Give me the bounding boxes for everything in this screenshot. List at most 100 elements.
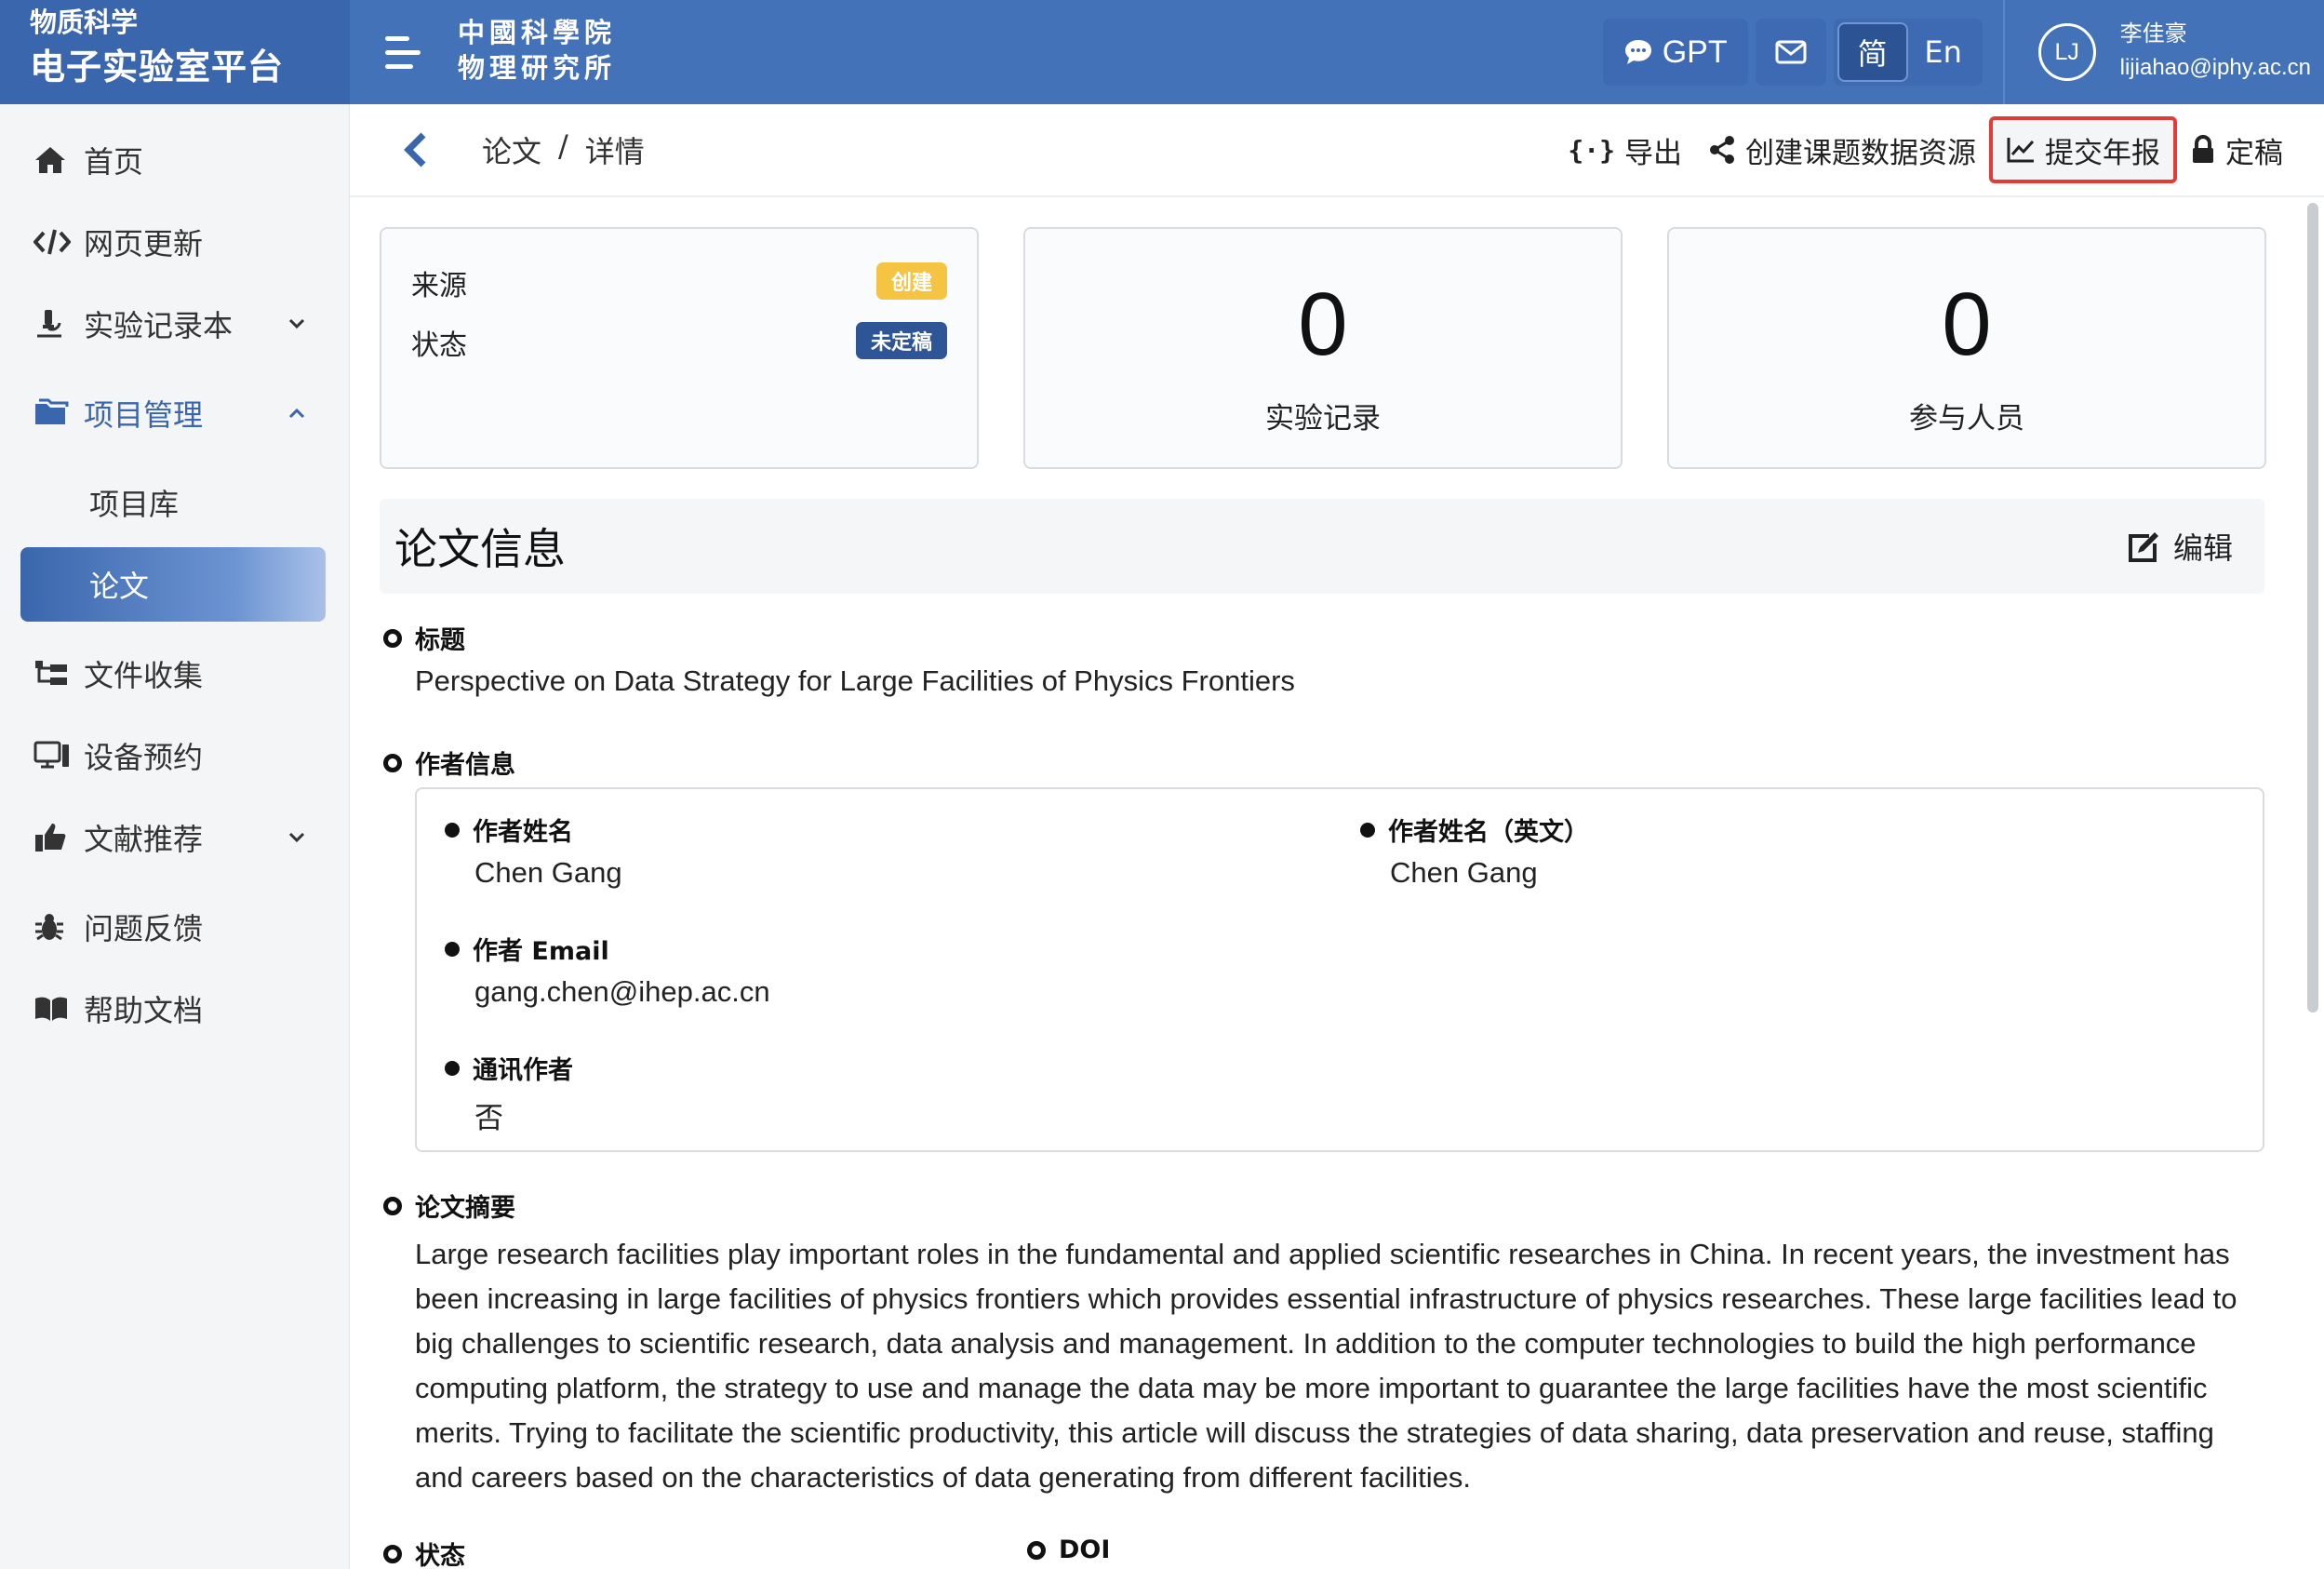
divider — [2002, 0, 2005, 104]
sidebar: 首页 网页更新 实验记录本 项目管理 项目库 论文 文件收集 设备预约 文献推荐… — [0, 104, 350, 1569]
bullet-dot-icon — [445, 822, 460, 838]
sidebar-subitem-project-lib[interactable]: 项目库 — [20, 465, 326, 540]
brand[interactable]: 物质科学 电子实验室平台 — [0, 0, 350, 104]
author-name-en-value: Chen Gang — [1390, 856, 1538, 889]
abstract-label: 论文摘要 — [383, 1187, 515, 1224]
label-text: DOI — [1059, 1535, 1111, 1564]
corresponding-author-label: 通讯作者 — [445, 1050, 573, 1086]
chevron-left-icon — [404, 132, 426, 168]
sidebar-item-lit-recommend[interactable]: 文献推荐 — [20, 800, 326, 875]
author-name-value: Chen Gang — [474, 856, 622, 889]
sidebar-item-label: 问题反馈 — [84, 911, 204, 946]
user-email: lijiahao@iphy.ac.cn — [2119, 55, 2311, 80]
finalize-button[interactable]: 定稿 — [2177, 116, 2296, 183]
label-text: 作者姓名（英文） — [1388, 818, 1589, 847]
sidebar-item-file-collect[interactable]: 文件收集 — [20, 637, 326, 711]
breadcrumb-parent[interactable]: 论文 — [482, 128, 541, 171]
stat-card-members[interactable]: 0 参与人员 — [1667, 227, 2266, 469]
sidebar-item-home[interactable]: 首页 — [20, 123, 326, 197]
sidebar-item-project-mgmt[interactable]: 项目管理 — [20, 376, 326, 450]
export-button[interactable]: {·} 导出 — [1555, 116, 1695, 183]
top-bar: 物质科学 电子实验室平台 中國科學院 物理研究所 GPT 简 En LJ 李佳豪… — [0, 0, 2324, 104]
desktop-icon — [33, 741, 69, 769]
sidebar-item-web-update[interactable]: 网页更新 — [20, 205, 326, 279]
sidebar-item-device-booking[interactable]: 设备预约 — [20, 718, 326, 793]
lock-icon — [2193, 135, 2213, 163]
title-field-label: 标题 — [383, 620, 465, 656]
sidebar-item-label: 文件收集 — [84, 658, 204, 693]
mail-button[interactable] — [1755, 19, 1826, 86]
logo-line-1: 中國科學院 — [458, 17, 617, 48]
bug-icon — [35, 914, 63, 941]
breadcrumb: 论文 / 详情 — [482, 128, 645, 171]
finalize-label: 定稿 — [2225, 136, 2283, 170]
bullet-dot-icon — [1360, 822, 1375, 838]
book-open-icon — [35, 997, 67, 1021]
share-icon — [1710, 136, 1734, 164]
mail-icon — [1775, 40, 1807, 64]
stat-card-records[interactable]: 0 实验记录 — [1023, 227, 1623, 469]
corresponding-author-value: 否 — [474, 1102, 503, 1134]
breadcrumb-current: 详情 — [584, 134, 645, 169]
bullet-ring-icon — [383, 1196, 402, 1215]
status-field-label: 状态 — [383, 1535, 465, 1569]
sidebar-item-help-docs[interactable]: 帮助文档 — [20, 972, 326, 1046]
top-right-controls: GPT 简 En LJ 李佳豪 lijiahao@iphy.ac.cn — [1602, 0, 2324, 104]
brand-title: 电子实验室平台 — [30, 47, 285, 87]
menu-toggle-icon[interactable] — [368, 0, 434, 104]
sidebar-item-label: 实验记录本 — [84, 308, 234, 343]
brand-subtitle: 物质科学 — [30, 7, 139, 38]
user-name: 李佳豪 — [2119, 20, 2187, 47]
breadcrumb-separator: / — [558, 128, 568, 164]
create-resource-label: 创建课题数据资源 — [1745, 136, 1976, 170]
label-text: 标题 — [415, 626, 465, 655]
meta-card: 来源 创建 状态 未定稿 — [380, 227, 979, 469]
chevron-down-icon — [288, 318, 305, 329]
gpt-label: GPT — [1662, 34, 1728, 70]
folder-icon — [35, 398, 69, 424]
language-switch: 简 En — [1833, 19, 1983, 86]
back-button[interactable] — [387, 122, 443, 178]
user-info[interactable]: 李佳豪 lijiahao@iphy.ac.cn — [2120, 18, 2311, 87]
sidebar-item-label: 项目管理 — [84, 397, 204, 433]
bullet-ring-icon — [383, 753, 402, 772]
edit-button[interactable]: 编辑 — [2127, 525, 2233, 568]
source-badge: 创建 — [875, 262, 947, 300]
microscope-icon — [37, 310, 61, 338]
author-name-label: 作者姓名 — [445, 811, 573, 848]
sidebar-item-feedback[interactable]: 问题反馈 — [20, 890, 326, 964]
author-email-value: gang.chen@ihep.ac.cn — [474, 975, 770, 1008]
submit-report-button[interactable]: 提交年报 — [1989, 116, 2177, 183]
sidebar-item-label: 首页 — [84, 144, 144, 180]
stat-label: 参与人员 — [1909, 402, 2024, 436]
chat-bubble-icon — [1624, 40, 1651, 64]
page-header: 论文 / 详情 {·} 导出 创建课题数据资源 提交年报 定稿 — [350, 104, 2324, 197]
status-badge: 未定稿 — [855, 322, 947, 359]
sidebar-item-lab-notebook[interactable]: 实验记录本 — [20, 287, 326, 361]
scrollbar[interactable] — [2307, 203, 2318, 1012]
status-label: 状态 — [411, 329, 467, 362]
lang-en-button[interactable]: En — [1908, 22, 1979, 82]
bullet-ring-icon — [383, 628, 402, 648]
stat-value: 0 — [1298, 275, 1348, 374]
line-chart-icon — [2007, 138, 2035, 163]
institute-logo: 中國科學院 物理研究所 — [458, 0, 616, 104]
author-name-en-label: 作者姓名（英文） — [1360, 811, 1589, 848]
create-resource-button[interactable]: 创建课题数据资源 — [1695, 116, 1989, 183]
author-info-box — [415, 787, 2264, 1152]
home-icon — [35, 147, 65, 173]
title-field-value: Perspective on Data Strategy for Large F… — [415, 664, 1295, 697]
stat-label: 实验记录 — [1265, 402, 1381, 436]
gpt-button[interactable]: GPT — [1602, 19, 1748, 86]
json-braces-icon: {·} — [1568, 134, 1615, 166]
sidebar-item-label: 帮助文档 — [84, 993, 204, 1028]
label-text: 作者姓名 — [473, 818, 573, 847]
bullet-dot-icon — [445, 1060, 460, 1076]
paper-info-header: 论文信息 编辑 — [380, 499, 2264, 594]
bullet-dot-icon — [445, 941, 460, 957]
avatar[interactable]: LJ — [2037, 23, 2096, 81]
submit-report-label: 提交年报 — [2045, 136, 2160, 170]
lang-zh-button[interactable]: 简 — [1836, 22, 1908, 82]
sidebar-subitem-papers[interactable]: 论文 — [20, 547, 326, 622]
bullet-ring-icon — [1027, 1540, 1046, 1560]
